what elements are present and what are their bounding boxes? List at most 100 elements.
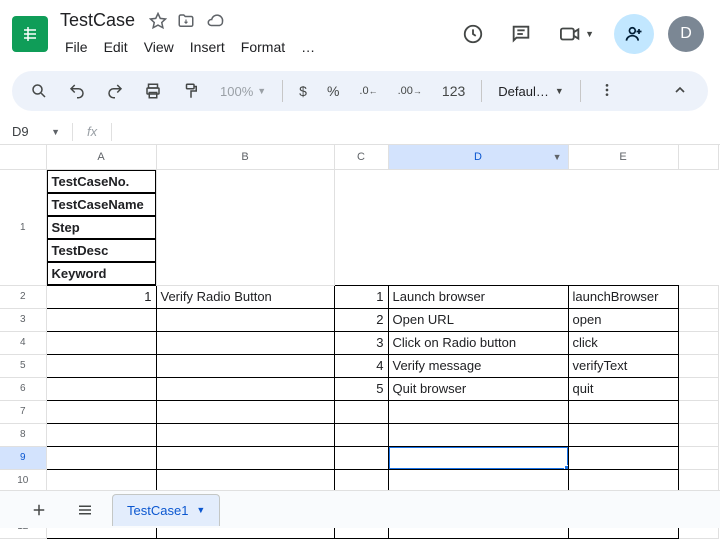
cell[interactable]	[156, 308, 334, 331]
row-header[interactable]: 10	[0, 469, 46, 492]
cell[interactable]: 3	[334, 331, 388, 354]
cell[interactable]	[678, 285, 718, 308]
cell[interactable]	[678, 400, 718, 423]
menu-more[interactable]: …	[294, 35, 322, 59]
cell[interactable]	[46, 446, 156, 469]
print-button[interactable]	[136, 76, 170, 106]
cell[interactable]	[678, 331, 718, 354]
cell[interactable]	[46, 377, 156, 400]
column-header[interactable]: C	[334, 145, 388, 169]
menu-view[interactable]: View	[137, 35, 181, 59]
cell[interactable]: Quit browser	[388, 377, 568, 400]
cell[interactable]	[678, 354, 718, 377]
cell[interactable]: TestDesc	[47, 239, 156, 262]
cell[interactable]: TestCaseName	[47, 193, 156, 216]
doc-title[interactable]: TestCase	[56, 8, 139, 33]
cell[interactable]: TestCaseNo.	[47, 170, 156, 193]
cell[interactable]: 4	[334, 354, 388, 377]
menu-insert[interactable]: Insert	[183, 35, 232, 59]
chevron-down-icon[interactable]: ▼	[553, 152, 562, 162]
cell[interactable]: quit	[568, 377, 678, 400]
cell[interactable]	[388, 423, 568, 446]
cell[interactable]: open	[568, 308, 678, 331]
row-header[interactable]: 4	[0, 331, 46, 354]
cell[interactable]: Step	[47, 216, 156, 239]
cell[interactable]: Launch browser	[388, 285, 568, 308]
row-header[interactable]: 7	[0, 400, 46, 423]
select-all-corner[interactable]	[0, 145, 46, 169]
cell[interactable]	[46, 400, 156, 423]
row-header[interactable]: 1	[0, 169, 46, 285]
cell[interactable]	[156, 469, 334, 492]
menu-format[interactable]: Format	[234, 35, 292, 59]
increase-decimal-button[interactable]: .00→	[390, 79, 430, 103]
spreadsheet-grid[interactable]: ABCD▼E 1TestCaseNo.TestCaseNameStepTestD…	[0, 145, 720, 539]
cell[interactable]: Open URL	[388, 308, 568, 331]
cell[interactable]	[46, 423, 156, 446]
column-header[interactable]: E	[568, 145, 678, 169]
cell[interactable]: Keyword	[47, 262, 156, 285]
sheets-logo[interactable]	[12, 16, 48, 52]
share-button[interactable]	[614, 14, 654, 54]
add-sheet-button[interactable]	[20, 493, 58, 527]
comments-icon[interactable]	[504, 17, 538, 51]
cell[interactable]	[388, 400, 568, 423]
cell[interactable]	[388, 469, 568, 492]
cell[interactable]: 1	[334, 285, 388, 308]
more-formats-button[interactable]: 123	[434, 77, 473, 105]
cell[interactable]	[334, 469, 388, 492]
cell[interactable]	[568, 400, 678, 423]
menu-edit[interactable]: Edit	[97, 35, 135, 59]
paint-format-button[interactable]	[174, 76, 208, 106]
cell[interactable]: 5	[334, 377, 388, 400]
cell[interactable]: Click on Radio button	[388, 331, 568, 354]
cell[interactable]: click	[568, 331, 678, 354]
font-select[interactable]: Defaul…▼	[490, 78, 572, 105]
cell[interactable]	[334, 423, 388, 446]
format-currency-button[interactable]: $	[291, 77, 315, 105]
column-header[interactable]: A	[46, 145, 156, 169]
cell[interactable]	[678, 446, 718, 469]
cell[interactable]	[156, 446, 334, 469]
cell[interactable]: Verify message	[388, 354, 568, 377]
meet-icon[interactable]: ▼	[552, 17, 600, 51]
format-percent-button[interactable]: %	[319, 77, 347, 105]
cell[interactable]	[156, 354, 334, 377]
row-header[interactable]: 6	[0, 377, 46, 400]
cell[interactable]: 1	[46, 285, 156, 308]
cell[interactable]: 2	[334, 308, 388, 331]
history-icon[interactable]	[456, 17, 490, 51]
star-icon[interactable]	[149, 12, 167, 30]
cell[interactable]: verifyText	[568, 354, 678, 377]
cloud-status-icon[interactable]	[205, 12, 225, 30]
collapse-toolbar-button[interactable]	[662, 76, 698, 107]
cell[interactable]	[46, 469, 156, 492]
cell[interactable]	[388, 446, 568, 469]
row-header[interactable]: 3	[0, 308, 46, 331]
cell[interactable]	[568, 423, 678, 446]
all-sheets-button[interactable]	[66, 493, 104, 527]
row-header[interactable]: 8	[0, 423, 46, 446]
search-menu-icon[interactable]	[22, 76, 56, 106]
zoom-select[interactable]: 100%▼	[212, 78, 274, 105]
cell[interactable]	[334, 446, 388, 469]
cell[interactable]	[156, 400, 334, 423]
cell[interactable]	[678, 423, 718, 446]
row-header[interactable]: 9	[0, 446, 46, 469]
cell[interactable]	[568, 469, 678, 492]
formula-input[interactable]	[120, 124, 712, 139]
toolbar-more-button[interactable]	[589, 76, 625, 107]
cell[interactable]: Verify Radio Button	[156, 285, 334, 308]
cell[interactable]	[678, 308, 718, 331]
name-box[interactable]: D9 ▼	[8, 124, 64, 139]
cell[interactable]	[46, 331, 156, 354]
row-header[interactable]: 2	[0, 285, 46, 308]
cell[interactable]	[156, 331, 334, 354]
account-avatar[interactable]: D	[668, 16, 704, 52]
cell[interactable]	[334, 400, 388, 423]
decrease-decimal-button[interactable]: .0←	[351, 79, 385, 103]
cell[interactable]	[678, 469, 718, 492]
move-to-folder-icon[interactable]	[177, 12, 195, 30]
cell[interactable]	[46, 354, 156, 377]
column-header[interactable]: B	[156, 145, 334, 169]
